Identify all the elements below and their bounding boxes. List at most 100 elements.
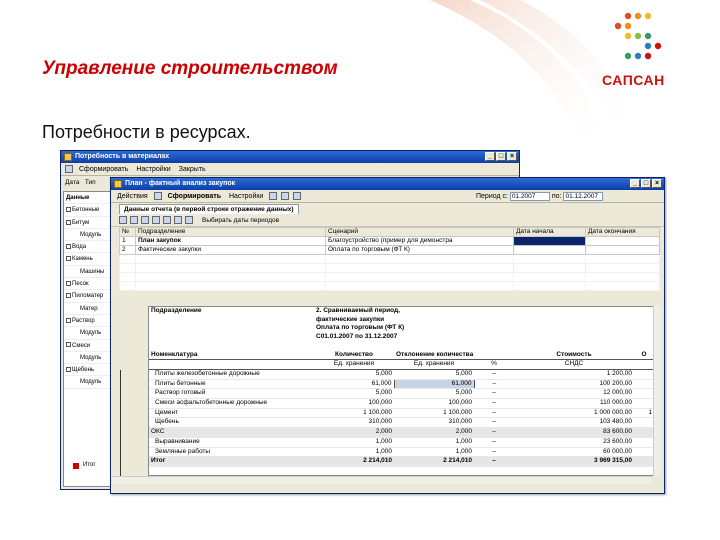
- checkbox[interactable]: [66, 244, 71, 250]
- report-row[interactable]: Раствор готовый 5,000 5,000–12 000,00: [149, 388, 654, 400]
- periods-cell[interactable]: 1: [119, 236, 136, 246]
- back-list-item[interactable]: Модуль: [64, 352, 112, 365]
- checkbox[interactable]: [66, 342, 71, 348]
- back-list-item-label: Модуль: [80, 354, 102, 361]
- periods-cell[interactable]: План закупок: [135, 236, 326, 246]
- periods-cell[interactable]: Оплата по торговым (ФТ К): [325, 245, 514, 255]
- checkbox[interactable]: [66, 281, 71, 286]
- report-row[interactable]: Щебень 310,000 310,000–103 480,00: [149, 417, 654, 429]
- periods-cell[interactable]: [585, 245, 660, 255]
- back-settings-button[interactable]: Настройки: [134, 166, 172, 173]
- delete-row-icon[interactable]: [152, 216, 160, 224]
- move-up-icon[interactable]: [163, 216, 171, 224]
- report-qty: 2 214,010: [314, 456, 394, 467]
- back-close-button[interactable]: Закрыть: [177, 166, 208, 173]
- report-row[interactable]: Цемент 1 100,000 1 100,000–1 000 000,00 1: [149, 408, 654, 419]
- minimize-button[interactable]: _: [485, 152, 495, 161]
- back-list-item[interactable]: Машины: [64, 266, 112, 279]
- report-qty: 310,000: [314, 417, 394, 429]
- open-icon[interactable]: [281, 192, 290, 200]
- maximize-button[interactable]: □: [641, 179, 651, 188]
- back-list-item[interactable]: Вода: [64, 241, 112, 254]
- back-list-item[interactable]: Матер: [64, 303, 112, 315]
- periods-cell[interactable]: 2: [119, 245, 136, 255]
- maximize-button[interactable]: □: [496, 152, 506, 161]
- back-list-item[interactable]: Смеси: [64, 340, 112, 352]
- back-list-item[interactable]: Битум: [64, 217, 112, 229]
- add-row-icon[interactable]: [119, 216, 127, 224]
- back-list-item[interactable]: Песок: [64, 278, 112, 291]
- periods-col-header[interactable]: Сценарий: [325, 227, 514, 237]
- report-group-row[interactable]: ОКС 2,000 2,000–83 600,00: [149, 427, 654, 438]
- back-list-item[interactable]: Раствор: [64, 315, 112, 328]
- back-list-item[interactable]: Камень: [64, 253, 112, 266]
- report-deviation: 61,000: [393, 378, 475, 390]
- move-down-icon[interactable]: [174, 216, 182, 224]
- back-list-item[interactable]: Модуль: [64, 376, 112, 389]
- minimize-button[interactable]: _: [630, 179, 640, 188]
- logo-dot: [644, 52, 652, 60]
- report-col-headers: Номенклатура Количество Отклонение количес…: [149, 350, 654, 361]
- actions-menu[interactable]: Действия: [115, 193, 150, 200]
- report-qty: 1,000: [314, 437, 394, 448]
- report-qty: 5,000: [314, 388, 394, 400]
- report-row[interactable]: Плиты бетонные 61,000 61,000–100 200,00: [149, 378, 654, 390]
- report-row[interactable]: Выравнивание 1,000 1,000–23 600,00: [149, 437, 654, 448]
- report-table: Подразделение 2. Сравниваемый период, факт…: [149, 307, 654, 467]
- settings-button[interactable]: Настройки: [227, 193, 265, 200]
- periods-col-header[interactable]: Дата начала: [513, 227, 586, 237]
- checkbox[interactable]: [66, 293, 71, 299]
- back-tab[interactable]: Данные: [64, 192, 112, 205]
- periods-row[interactable]: 1 План закупок Благоустройство (пример для…: [119, 236, 660, 246]
- checkbox[interactable]: [66, 256, 71, 262]
- tab-report-data[interactable]: Данные отчета (в первой строке отражение…: [119, 204, 299, 214]
- periods-col-header[interactable]: Дата окончания: [585, 227, 660, 237]
- checkbox[interactable]: [66, 317, 71, 323]
- copy-row-icon[interactable]: [130, 216, 138, 224]
- periods-col-header[interactable]: Подразделение: [135, 227, 326, 237]
- checkbox[interactable]: [66, 219, 71, 225]
- logo-dot: [644, 32, 652, 40]
- checkbox[interactable]: [66, 367, 71, 373]
- periods-cell[interactable]: Благоустройство (пример для демонстра: [325, 236, 514, 246]
- back-list-item[interactable]: Модуль: [64, 327, 112, 340]
- report-subheaders: Ед. хранения Ед. хранения% СНДС: [149, 359, 654, 370]
- periods-cell[interactable]: [513, 245, 586, 255]
- close-button[interactable]: ×: [652, 179, 662, 188]
- horizontal-scrollbar[interactable]: [112, 476, 652, 484]
- vertical-scrollbar[interactable]: [653, 306, 661, 476]
- report-item-name: Щебень: [149, 417, 314, 429]
- periods-row[interactable]: 2 Фактические закупки Оплата по торговым (…: [119, 245, 660, 255]
- periods-cell[interactable]: Фактические закупки: [135, 245, 326, 255]
- back-list-item[interactable]: Пиломатер: [64, 290, 112, 303]
- report-total-row[interactable]: Итог 2 214,010 2 214,010–3 969 315,00: [149, 456, 654, 467]
- report-extra: [634, 447, 654, 458]
- report-row[interactable]: Смеси асфальтобетонные дорожные 100,000 10…: [149, 398, 654, 409]
- checkbox[interactable]: [66, 207, 71, 213]
- save-icon[interactable]: [269, 192, 278, 200]
- report-row[interactable]: Земляные работы 1,000 1,000–60 000,00: [149, 447, 654, 458]
- generate-button[interactable]: Сформировать: [166, 193, 223, 200]
- edit-row-icon[interactable]: [141, 216, 149, 224]
- periods-cell[interactable]: [585, 236, 660, 246]
- report-row[interactable]: Плиты железобетонные дорожные 5,000 5,000–…: [149, 369, 654, 380]
- select-period-dates-link[interactable]: Выбирать даты периодов: [202, 217, 279, 224]
- logo-dot: [624, 22, 632, 30]
- sort-icon[interactable]: [185, 216, 193, 224]
- period-from-field[interactable]: 01.2007: [509, 192, 550, 201]
- back-type-label: Тип: [84, 179, 96, 186]
- help-icon[interactable]: [293, 192, 302, 200]
- back-list-item-label: Машины: [80, 268, 105, 275]
- report-extra: [634, 437, 654, 448]
- back-generate-button[interactable]: Сформировать: [77, 166, 130, 173]
- report-cost: 110 000,00: [514, 398, 634, 409]
- back-list-item[interactable]: Щебень: [64, 364, 112, 377]
- back-list-item[interactable]: Модуль: [64, 229, 112, 242]
- back-list-item[interactable]: Бетонные: [64, 204, 112, 217]
- period-to-field[interactable]: 01.12.2007: [563, 192, 604, 201]
- close-button[interactable]: ×: [507, 152, 517, 161]
- report-item-name: Плиты бетонные: [149, 379, 314, 390]
- periods-cell[interactable]: [513, 236, 586, 246]
- periods-col-header[interactable]: №: [119, 227, 136, 237]
- slide-subtitle: Потребности в ресурсах.: [42, 122, 251, 142]
